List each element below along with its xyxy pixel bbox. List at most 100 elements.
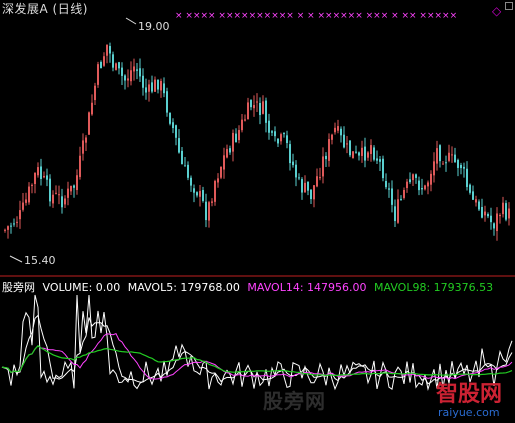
candle-body xyxy=(154,79,156,92)
candle-body xyxy=(103,56,105,66)
candle-body xyxy=(118,62,120,69)
candle-body xyxy=(385,181,387,188)
candle-body xyxy=(196,192,198,196)
price-and-volume-chart[interactable]: 19.00 15.40 × ×××× ×××××××××× × × ×××××× ×… xyxy=(0,0,515,423)
candle-body xyxy=(52,194,54,204)
candle-body xyxy=(130,70,132,82)
candle-body xyxy=(316,176,318,187)
candle-body xyxy=(433,161,435,176)
candle-body xyxy=(472,191,474,200)
candle-body xyxy=(127,78,129,81)
candle-body xyxy=(271,131,273,133)
candle-body xyxy=(199,190,201,197)
candle-body xyxy=(205,201,207,221)
candle-body xyxy=(496,213,498,232)
candle-body xyxy=(109,46,111,54)
candle-body xyxy=(19,210,21,220)
candle-body xyxy=(181,150,183,165)
candle-body xyxy=(121,67,123,76)
candle-body xyxy=(460,164,462,169)
candle-body xyxy=(490,215,492,223)
candle-body xyxy=(373,147,375,160)
candle-body xyxy=(304,182,306,193)
candle-body xyxy=(295,164,297,178)
candle-body xyxy=(352,151,354,159)
watermark-url: raiyue.com xyxy=(438,406,500,419)
candle-body xyxy=(343,134,345,148)
candle-body xyxy=(376,158,378,161)
candle-body xyxy=(502,202,504,215)
candle-body xyxy=(16,221,18,223)
candle-body xyxy=(397,199,399,223)
candle-body xyxy=(394,206,396,222)
signal-marks: × ×××× ×××××××××× × × ×××××× ××× × ×× ××… xyxy=(175,11,457,21)
candle-body xyxy=(439,145,441,162)
candle-body xyxy=(355,151,357,153)
candle-body xyxy=(148,84,150,92)
high-price-label: 19.00 xyxy=(138,20,170,33)
candle-body xyxy=(112,54,114,68)
candle-body xyxy=(322,156,324,177)
candle-body xyxy=(400,198,402,200)
candle-body xyxy=(142,75,144,88)
candle-body xyxy=(418,180,420,191)
candle-body xyxy=(115,63,117,70)
candle-body xyxy=(475,199,477,203)
candle-body xyxy=(313,185,315,200)
candle-body xyxy=(43,175,45,178)
candle-body xyxy=(478,201,480,210)
candle-body xyxy=(469,184,471,193)
candle-body xyxy=(31,184,33,186)
candle-body xyxy=(337,126,339,131)
candle-body xyxy=(169,113,171,124)
candle-body xyxy=(139,68,141,77)
candle-body xyxy=(361,147,363,156)
candle-body xyxy=(25,199,27,203)
candle-body xyxy=(466,168,468,187)
candle-body xyxy=(106,44,108,56)
candle-body xyxy=(211,201,213,203)
candle-body xyxy=(4,229,6,231)
candle-body xyxy=(289,144,291,164)
watermark-text: 股旁网 xyxy=(263,389,326,413)
mavol14-value: MAVOL14: 147956.00 xyxy=(247,281,367,294)
candle-body xyxy=(454,154,456,162)
candle-body xyxy=(340,128,342,136)
candle-body xyxy=(301,179,303,193)
candle-body xyxy=(274,131,276,137)
candle-body xyxy=(445,162,447,164)
candle-body xyxy=(391,188,393,205)
candle-body xyxy=(310,189,312,200)
candle-body xyxy=(457,159,459,168)
candle-body xyxy=(7,226,9,230)
candle-body xyxy=(499,215,501,217)
candle-body xyxy=(64,198,66,205)
candle-body xyxy=(280,134,282,142)
candle-body xyxy=(406,181,408,188)
candle-body xyxy=(382,158,384,179)
candle-body xyxy=(217,178,219,183)
candle-body xyxy=(487,214,489,217)
candle-body xyxy=(58,194,60,196)
indicator-toggle-icon[interactable]: ◇ xyxy=(492,4,501,18)
candle-body xyxy=(91,102,93,115)
candle-body xyxy=(214,181,216,202)
candle-body xyxy=(253,105,255,109)
candle-body xyxy=(223,155,225,170)
candle-body xyxy=(349,140,351,156)
candle-body xyxy=(73,185,75,188)
candle-body xyxy=(370,145,372,154)
low-pointer xyxy=(9,255,23,263)
window-title: 深发展A (日线) xyxy=(2,2,88,16)
candle-body xyxy=(178,138,180,153)
candle-body xyxy=(76,175,78,191)
volume-value: VOLUME: 0.00 xyxy=(42,281,121,294)
mavol5-value: MAVOL5: 179768.00 xyxy=(127,281,240,294)
candle-body xyxy=(319,177,321,179)
candle-body xyxy=(94,85,96,101)
candle-body xyxy=(208,202,210,221)
candle-body xyxy=(61,196,63,208)
candle-body xyxy=(298,177,300,179)
candle-body xyxy=(448,152,450,161)
window-expand-icon[interactable] xyxy=(505,2,513,10)
